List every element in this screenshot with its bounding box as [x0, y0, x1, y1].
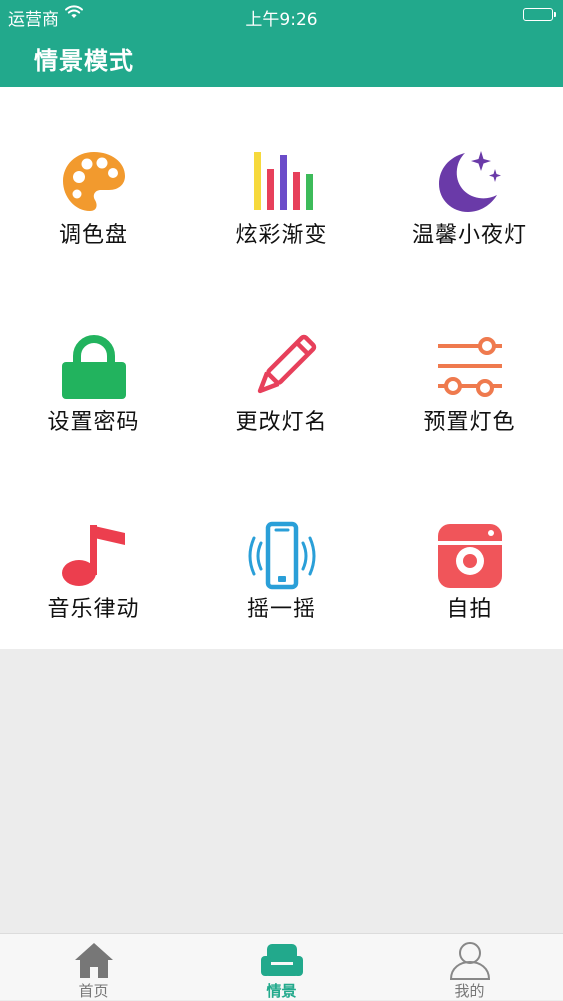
scene-grid: 调色盘 炫彩渐变 温馨小夜灯 设置密码 更改灯名 预置灯色 音乐律动 摇一摇 自… — [0, 87, 563, 649]
sofa-icon — [260, 940, 303, 980]
header: 运营商 上午9:26 情景模式 — [0, 0, 563, 87]
scene-label: 预置灯色 — [423, 410, 516, 435]
moon-stars-icon — [435, 147, 505, 217]
scene-set-password[interactable]: 设置密码 — [0, 274, 187, 461]
scene-music-rhythm[interactable]: 音乐律动 — [0, 461, 187, 648]
scene-label: 音乐律动 — [47, 597, 140, 622]
phone-shake-icon — [247, 521, 317, 591]
lock-icon — [59, 334, 129, 404]
music-note-icon — [59, 521, 129, 591]
pencil-icon — [247, 334, 317, 404]
status-time: 上午9:26 — [245, 10, 318, 30]
palette-icon — [59, 147, 129, 217]
tab-home[interactable]: 首页 — [0, 934, 187, 1001]
scene-label: 设置密码 — [47, 410, 140, 435]
tab-mine[interactable]: 我的 — [376, 934, 563, 1001]
color-bars-icon — [247, 147, 317, 217]
tab-label: 我的 — [454, 982, 485, 1000]
tab-bar: 首页 情景 我的 — [0, 933, 563, 1000]
status-bar: 运营商 上午9:26 — [0, 0, 563, 30]
scene-shake[interactable]: 摇一摇 — [188, 461, 375, 648]
tab-label: 情景 — [266, 982, 297, 1000]
sliders-icon — [435, 334, 505, 404]
tab-label: 首页 — [78, 982, 109, 1000]
scene-label: 调色盘 — [58, 223, 128, 248]
scene-label: 摇一摇 — [246, 597, 316, 622]
page-title: 情景模式 — [34, 47, 134, 75]
scene-label: 更改灯名 — [235, 410, 328, 435]
scene-label: 炫彩渐变 — [235, 223, 328, 248]
scene-label: 自拍 — [446, 597, 493, 622]
user-icon — [449, 940, 491, 980]
home-icon — [73, 940, 115, 980]
camera-icon — [435, 521, 505, 591]
scene-color-gradient[interactable]: 炫彩渐变 — [188, 87, 375, 274]
scene-selfie[interactable]: 自拍 — [376, 461, 563, 648]
scene-night-light[interactable]: 温馨小夜灯 — [376, 87, 563, 274]
battery-icon — [523, 8, 556, 21]
scene-palette[interactable]: 调色盘 — [0, 87, 187, 274]
scene-label: 温馨小夜灯 — [411, 223, 527, 248]
scene-rename-light[interactable]: 更改灯名 — [188, 274, 375, 461]
tab-scene[interactable]: 情景 — [188, 934, 375, 1001]
scene-preset-colors[interactable]: 预置灯色 — [376, 274, 563, 461]
